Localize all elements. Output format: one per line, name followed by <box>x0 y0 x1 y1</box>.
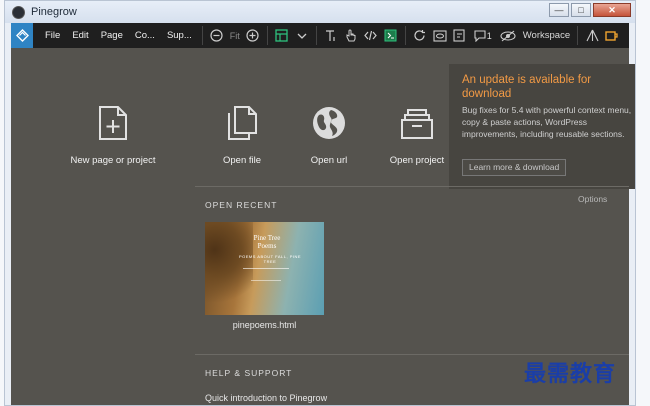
open-file-button[interactable]: Open file <box>192 103 292 166</box>
menu-edit[interactable]: Edit <box>66 23 94 48</box>
close-button[interactable]: ✕ <box>593 3 631 17</box>
watermark-text: 最需教育 <box>524 361 617 387</box>
chevron-down-icon[interactable] <box>292 23 312 48</box>
zoom-in-icon[interactable] <box>243 23 263 48</box>
action-label: Open file <box>222 155 262 166</box>
globe-icon <box>279 103 379 143</box>
main-toolbar: File Edit Page Co... Sup... Fit 1 Worksp… <box>11 23 629 48</box>
recent-file-thumbnail[interactable]: Pine Tree Poems POEMS ABOUT FALL, PINE T… <box>205 222 324 315</box>
menu-file[interactable]: File <box>39 23 66 48</box>
new-page-icon <box>63 103 163 143</box>
toolbar-divider <box>315 26 317 45</box>
section-divider <box>195 354 629 355</box>
hand-pointer-icon[interactable] <box>341 23 361 48</box>
text-cursor-icon[interactable] <box>321 23 341 48</box>
refresh-icon[interactable] <box>410 23 430 48</box>
new-page-or-project-button[interactable]: New page or project <box>63 103 163 166</box>
recent-file-name[interactable]: pinepoems.html <box>205 320 324 330</box>
options-link[interactable]: Options <box>578 194 607 204</box>
quick-intro-link[interactable]: Quick introduction to Pinegrow <box>205 393 327 403</box>
action-label: Open url <box>310 155 348 166</box>
window-controls: — □ ✕ <box>549 3 631 17</box>
section-divider <box>195 186 629 187</box>
pine-tree-icon[interactable] <box>582 23 602 48</box>
action-label: New page or project <box>70 155 156 166</box>
menu-components[interactable]: Co... <box>129 23 161 48</box>
code-view-icon[interactable] <box>361 23 381 48</box>
layout-grid-icon[interactable] <box>272 23 292 48</box>
notification-count: 1 <box>486 30 492 41</box>
code-panel-icon[interactable] <box>381 23 401 48</box>
workspace-menu[interactable]: Workspace <box>523 30 570 41</box>
notifications-icon[interactable]: 1 <box>470 23 496 48</box>
toolbar-divider <box>266 26 268 45</box>
minimize-button[interactable]: — <box>549 3 569 17</box>
start-screen: New page or project Open file Open url O… <box>11 48 635 405</box>
toolbar-divider <box>404 26 406 45</box>
open-recent-heading: OPEN RECENT <box>205 200 278 210</box>
toolbar-divider <box>577 26 579 45</box>
pinegrow-logo-icon[interactable] <box>11 23 33 48</box>
update-description: Bug fixes for 5.4 with powerful context … <box>462 105 632 139</box>
toolbar-divider <box>201 26 203 45</box>
zoom-level[interactable]: Fit <box>230 31 240 41</box>
learn-more-button[interactable]: Learn more & download <box>462 159 567 176</box>
open-file-icon <box>192 103 292 143</box>
app-window: Pinegrow — □ ✕ File Edit Page Co... Sup.… <box>4 0 636 406</box>
thumbnail-subtitle: POEMS ABOUT FALL, PINE TREE <box>238 254 302 264</box>
maximize-button[interactable]: □ <box>571 3 591 17</box>
open-url-button[interactable]: Open url <box>279 103 379 166</box>
window-title: Pinegrow <box>31 6 77 18</box>
thumbnail-title: Pine Tree Poems <box>253 234 281 250</box>
menu-page[interactable]: Page <box>95 23 129 48</box>
menu-support[interactable]: Sup... <box>161 23 198 48</box>
hide-show-icon[interactable] <box>496 23 520 48</box>
app-icon <box>12 5 25 19</box>
zoom-out-icon[interactable] <box>207 23 227 48</box>
title-bar: Pinegrow — □ ✕ <box>5 1 635 23</box>
export-icon[interactable] <box>450 23 470 48</box>
update-notice: An update is available for download Bug … <box>449 64 635 189</box>
thumbnail-rule <box>251 280 281 281</box>
thumbnail-rule <box>243 268 289 269</box>
update-title: An update is available for download <box>462 74 592 100</box>
coffee-mug-icon[interactable] <box>602 23 622 48</box>
preview-icon[interactable] <box>430 23 450 48</box>
menu-bar: File Edit Page Co... Sup... <box>39 23 198 48</box>
help-support-heading: HELP & SUPPORT <box>205 368 293 378</box>
